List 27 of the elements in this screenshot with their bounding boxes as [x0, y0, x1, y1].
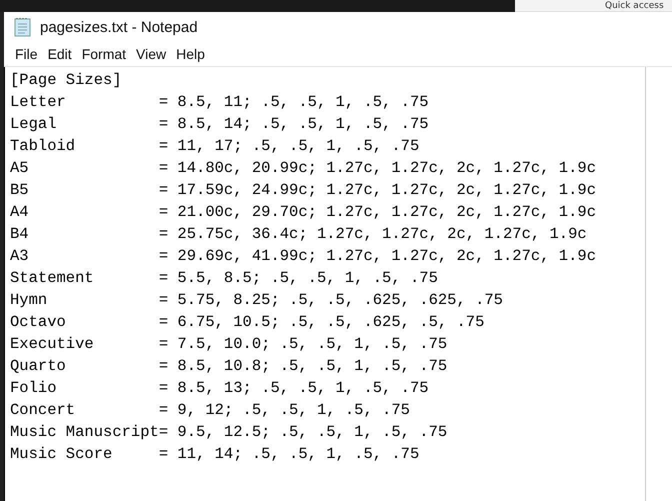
menu-item[interactable]: Format [76, 44, 132, 64]
text-line: Hymn = 5.75, 8.25; .5, .5, .625, .625, .75 [10, 290, 503, 311]
breadcrumb-text: Quick access [605, 1, 664, 11]
menu-item[interactable]: File [10, 44, 43, 64]
text-line: B5 = 17.59c, 24.99c; 1.27c, 1.27c, 2c, 1.27c, 1.9c [10, 180, 596, 201]
text-line: Quarto = 8.5, 10.8; .5, .5, 1, .5, .75 [10, 356, 448, 377]
text-line: Executive = 7.5, 10.0; .5, .5, 1, .5, .75 [10, 334, 448, 355]
text-line: Octavo = 6.75, 10.5; .5, .5, .625, .5, .75 [10, 312, 484, 333]
text-line: A4 = 21.00c, 29.70c; 1.27c, 1.27c, 2c, 1.27c, 1.9c [10, 202, 596, 223]
text-line: A3 = 29.69c, 41.99c; 1.27c, 1.27c, 2c, 1.27c, 1.9c [10, 246, 596, 267]
text-line: Music Score = 11, 14; .5, .5, 1, .5, .75 [10, 444, 420, 465]
menu-item[interactable]: Help [171, 44, 210, 64]
text-line: Letter = 8.5, 11; .5, .5, 1, .5, .75 [10, 92, 429, 113]
text-line: B4 = 25.75c, 36.4c; 1.27c, 1.27c, 2c, 1.27c, 1.9c [10, 224, 587, 245]
text-line: Legal = 8.5, 14; .5, .5, 1, .5, .75 [10, 114, 429, 135]
text-line: Folio = 8.5, 13; .5, .5, 1, .5, .75 [10, 378, 429, 399]
window-title: pagesizes.txt - Notepad [40, 18, 198, 36]
text-line: Tabloid = 11, 17; .5, .5, 1, .5, .75 [10, 136, 420, 157]
menu-item[interactable]: View [131, 44, 172, 64]
text-line: Concert = 9, 12; .5, .5, 1, .5, .75 [10, 400, 410, 421]
text-line: Music Manuscript= 9.5, 12.5; .5, .5, 1, .5, .75 [10, 422, 448, 443]
menu-item[interactable]: Edit [42, 44, 77, 64]
notepad-icon [14, 17, 32, 37]
text-line: A5 = 14.80c, 20.99c; 1.27c, 1.27c, 2c, 1.27c, 1.9c [10, 158, 596, 179]
text-editor[interactable] [4, 67, 646, 501]
text-line: Statement = 5.5, 8.5; .5, .5, 1, .5, .75 [10, 268, 438, 289]
text-line: [Page Sizes] [10, 70, 122, 91]
